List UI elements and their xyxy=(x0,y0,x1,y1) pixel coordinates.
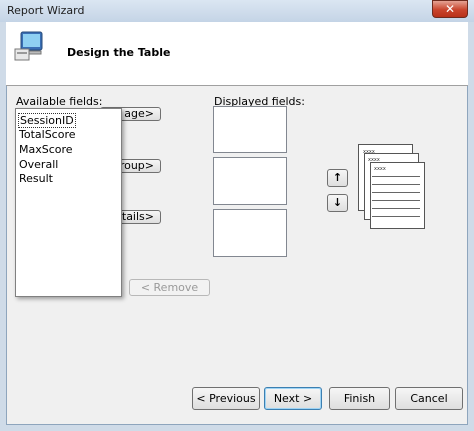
preview-text-2: xxxx xyxy=(368,157,380,163)
field-item-totalscore[interactable]: TotalScore xyxy=(19,128,76,141)
next-button[interactable]: Next > xyxy=(264,387,322,410)
page-fields-box[interactable] xyxy=(213,106,287,153)
remove-button[interactable]: < Remove xyxy=(129,279,210,296)
close-button[interactable]: ✕ xyxy=(432,0,468,18)
previous-button[interactable]: < Previous xyxy=(192,387,260,410)
group-fields-box[interactable] xyxy=(213,157,287,205)
available-fields-list[interactable]: SessionID TotalScore MaxScore Overall Re… xyxy=(15,108,122,297)
window-title: Report Wizard xyxy=(7,4,85,17)
cancel-button[interactable]: Cancel xyxy=(395,387,463,410)
field-item-maxscore[interactable]: MaxScore xyxy=(19,143,73,156)
finish-button[interactable]: Finish xyxy=(329,387,390,410)
move-up-button[interactable]: ↑ xyxy=(327,169,348,187)
arrow-up-icon: ↑ xyxy=(332,171,343,184)
move-down-button[interactable]: ↓ xyxy=(327,194,348,212)
page-heading: Design the Table xyxy=(67,46,171,59)
preview-text-3: xxxx xyxy=(374,166,386,172)
arrow-down-icon: ↓ xyxy=(332,196,343,209)
preview-text-1: xxxx xyxy=(363,149,375,155)
field-item-result[interactable]: Result xyxy=(19,172,53,185)
field-item-overall[interactable]: Overall xyxy=(19,158,58,171)
field-item-sessionid[interactable]: SessionID xyxy=(18,113,76,128)
available-fields-label: Available fields: xyxy=(16,95,103,108)
layout-preview-icon: xxxx xxxx xxxx xyxy=(358,144,425,229)
header-divider xyxy=(6,85,468,86)
details-fields-box[interactable] xyxy=(213,209,287,257)
computer-icon xyxy=(14,31,43,61)
